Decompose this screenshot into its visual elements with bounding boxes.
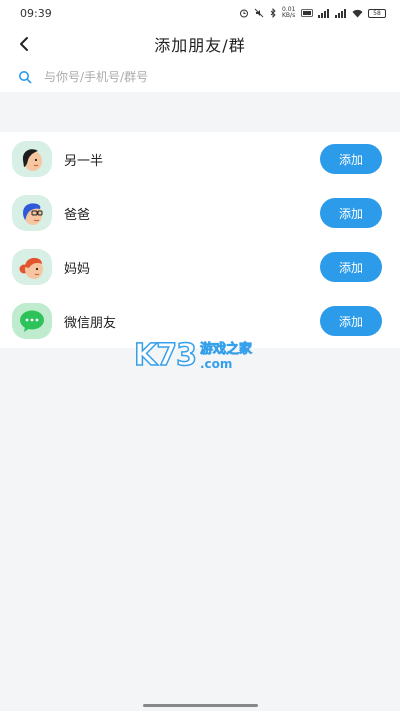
list-item-mom: 妈妈 添加 [0,240,400,294]
woman-red-hair-avatar-icon [12,249,52,285]
watermark-domain: .com [200,357,233,371]
contact-list: 另一半 添加 爸爸 添加 妈妈 添加 微信朋友 添加 [0,132,400,348]
section-divider [0,92,400,132]
add-mom-button[interactable]: 添加 [320,252,382,282]
page-title: 添加朋友/群 [154,36,246,55]
add-dad-button[interactable]: 添加 [320,198,382,228]
battery-icon: 58 [368,8,386,18]
status-time: 09:39 [20,6,52,20]
chevron-left-icon [20,37,28,51]
search-bar[interactable] [0,62,400,92]
alarm-icon [239,8,249,18]
signal-icon-2 [335,8,347,18]
wechat-icon [12,303,52,339]
back-button[interactable] [12,32,36,56]
status-bar: 09:39 0.01 KB/s 58 [0,0,400,26]
contact-label: 妈妈 [64,261,91,277]
watermark-cn: 游戏之家 [200,342,253,358]
site-watermark: K73 游戏之家 .com [133,337,253,374]
list-item-dad: 爸爸 添加 [0,186,400,240]
contact-label: 微信朋友 [64,315,117,331]
hd-icon [301,9,313,17]
mute-icon [254,8,264,18]
contact-label: 另一半 [64,153,104,169]
list-item-partner: 另一半 添加 [0,132,400,186]
man-glasses-avatar-icon [12,195,52,231]
bluetooth-icon [269,8,277,18]
add-partner-button[interactable]: 添加 [320,144,382,174]
contact-label: 爸爸 [64,207,91,223]
home-indicator[interactable] [143,704,258,707]
nav-bar: 添加朋友/群 [0,26,400,62]
search-icon [18,70,32,84]
battery-level: 58 [373,9,381,17]
status-icons: 0.01 KB/s 58 [239,7,386,19]
search-input[interactable] [44,70,364,84]
wifi-icon [352,9,363,18]
signal-icon [318,8,330,18]
woman-dark-hair-avatar-icon [12,141,52,177]
network-speed: 0.01 KB/s [282,6,296,19]
add-wechat-friends-button[interactable]: 添加 [320,306,382,336]
watermark-brand: K73 [133,337,198,374]
